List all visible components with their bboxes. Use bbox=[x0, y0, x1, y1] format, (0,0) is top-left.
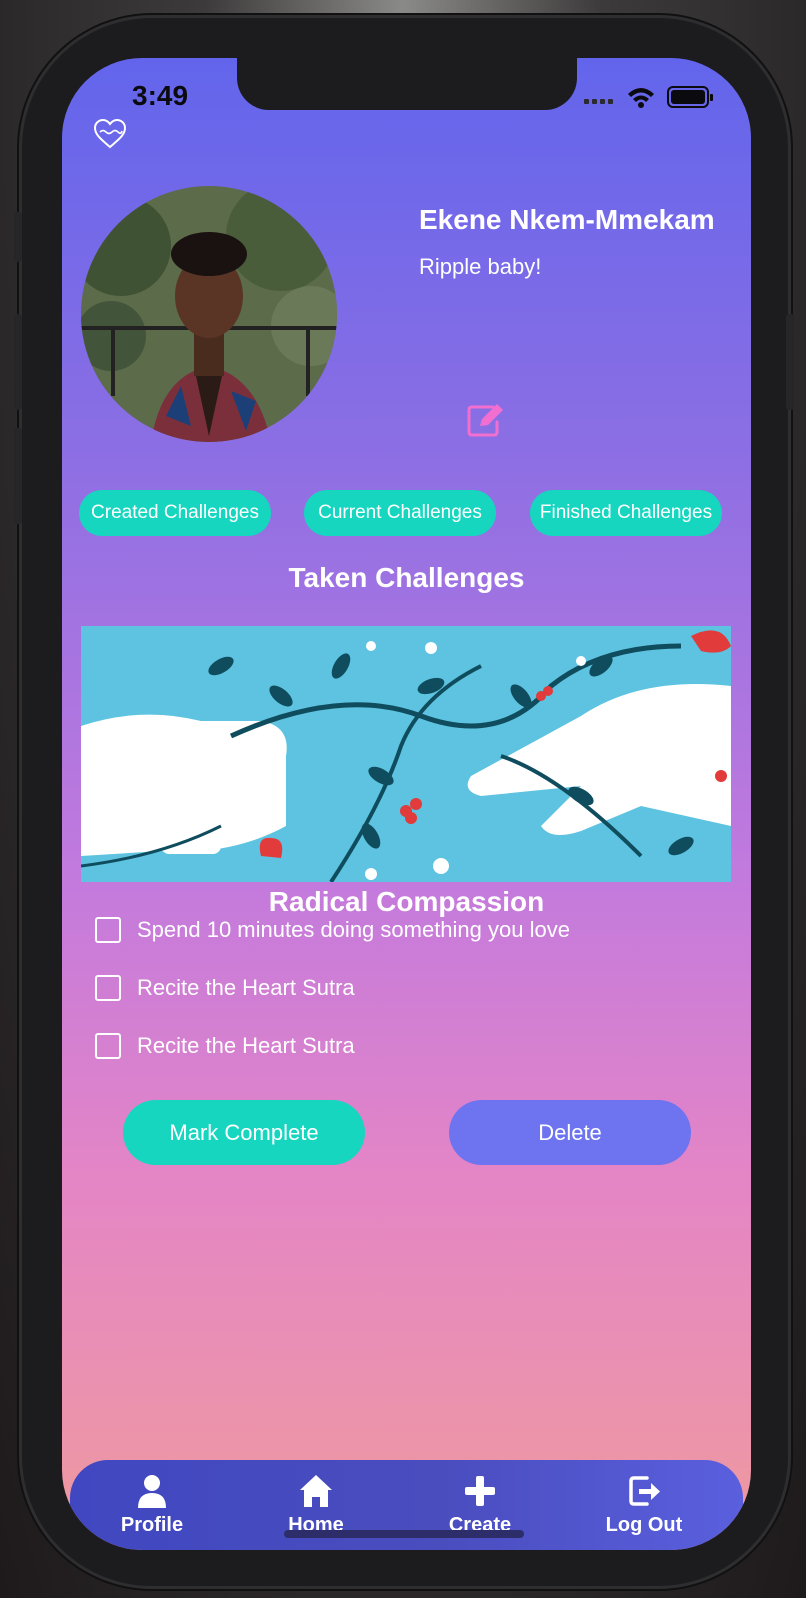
notch bbox=[237, 58, 577, 110]
mark-complete-button[interactable]: Mark Complete bbox=[123, 1100, 365, 1165]
task-checkbox[interactable] bbox=[95, 975, 121, 1001]
wifi-icon bbox=[628, 88, 654, 108]
task-item: Recite the Heart Sutra bbox=[95, 972, 355, 1004]
delete-button[interactable]: Delete bbox=[449, 1100, 691, 1165]
filter-finished-challenges[interactable]: Finished Challenges bbox=[530, 490, 722, 536]
challenge-image bbox=[81, 626, 731, 882]
side-button bbox=[14, 212, 22, 262]
app-screen: 3:49 Ekene Nkem-Mmekam Ripple baby! Crea… bbox=[62, 58, 751, 1550]
heart-icon[interactable] bbox=[92, 118, 128, 150]
tab-label: Log Out bbox=[605, 1514, 683, 1536]
tab-profile[interactable]: Profile bbox=[82, 1474, 222, 1544]
task-checkbox[interactable] bbox=[95, 1033, 121, 1059]
logout-icon bbox=[629, 1476, 660, 1506]
filter-created-challenges[interactable]: Created Challenges bbox=[79, 490, 271, 536]
profile-bio: Ripple baby! bbox=[419, 254, 542, 279]
filter-current-challenges[interactable]: Current Challenges bbox=[304, 490, 496, 536]
home-icon bbox=[300, 1475, 332, 1507]
status-icons bbox=[584, 86, 713, 108]
task-label: Recite the Heart Sutra bbox=[137, 1033, 355, 1058]
task-item: Spend 10 minutes doing something you lov… bbox=[95, 914, 570, 946]
task-checkbox[interactable] bbox=[95, 917, 121, 943]
cellular-icon bbox=[584, 99, 613, 104]
tab-log-out[interactable]: Log Out bbox=[574, 1474, 714, 1544]
section-title: Taken Challenges bbox=[288, 562, 525, 593]
avatar bbox=[81, 186, 337, 442]
battery-icon bbox=[667, 86, 713, 108]
task-item: Recite the Heart Sutra bbox=[95, 1030, 355, 1062]
plus-icon bbox=[465, 1476, 495, 1506]
task-label: Spend 10 minutes doing something you lov… bbox=[137, 917, 570, 942]
person-icon bbox=[138, 1475, 166, 1508]
side-button bbox=[14, 314, 22, 410]
side-button bbox=[786, 314, 794, 410]
task-label: Recite the Heart Sutra bbox=[137, 975, 355, 1000]
side-button bbox=[14, 428, 22, 524]
tab-label: Profile bbox=[120, 1514, 184, 1536]
profile-name: Ekene Nkem-Mmekam bbox=[419, 204, 715, 235]
status-time: 3:49 bbox=[132, 80, 189, 111]
home-indicator bbox=[284, 1530, 524, 1538]
edit-profile-icon[interactable] bbox=[466, 402, 506, 438]
